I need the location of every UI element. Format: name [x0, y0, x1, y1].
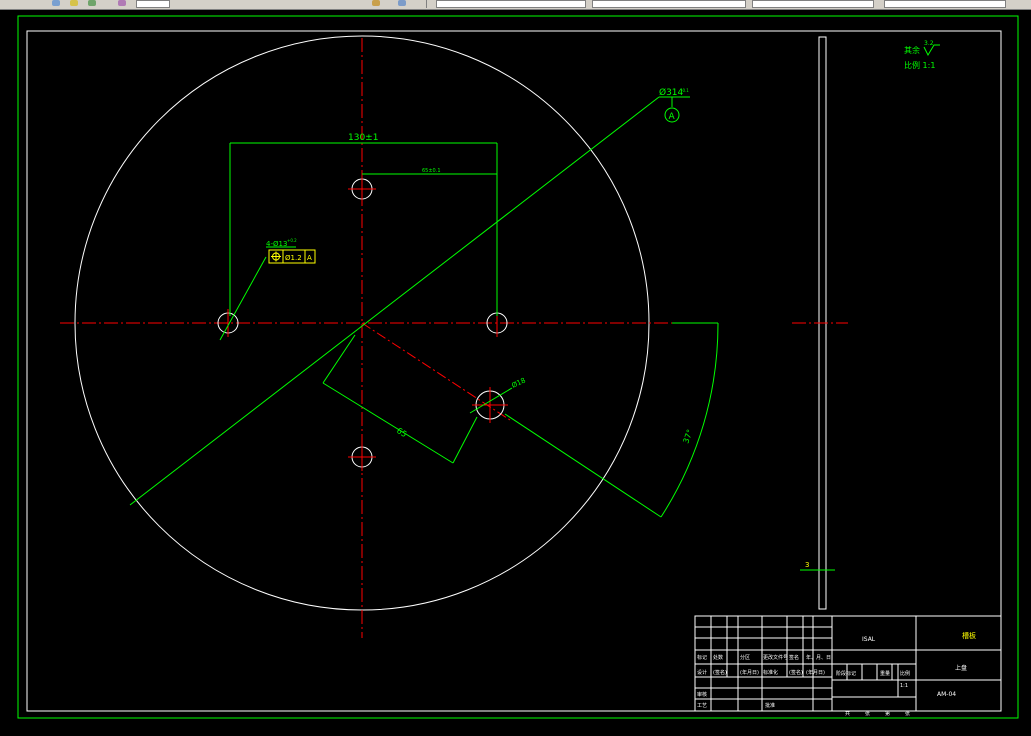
design-cell: 标准化: [763, 670, 779, 676]
header-cell: 分区: [740, 655, 751, 661]
linetype-dropdown[interactable]: [592, 0, 746, 8]
hole-callout-label: 4-Ø13: [266, 240, 287, 248]
drawing-area[interactable]: 130±1 65±0.1 4-Ø13 +0.2 Ø1.2 A Ø314 -0.1…: [0, 10, 1031, 736]
title-unit: 上盘: [955, 665, 968, 672]
hole-callout-sup: +0.2: [287, 238, 297, 243]
hole-oblique: [472, 387, 508, 423]
outer-diameter-label: Ø314: [659, 87, 684, 98]
outer-border: [17, 15, 1019, 719]
layer-dropdown[interactable]: [136, 0, 170, 8]
stage-cell: 比例: [900, 671, 911, 677]
header-cell: 年、月、日: [806, 655, 832, 661]
cad-canvas[interactable]: 130±1 65±0.1 4-Ø13 +0.2 Ø1.2 A Ø314 -0.1…: [0, 10, 1031, 736]
toolbar-separator: [426, 0, 427, 8]
header-cell: 签名: [789, 655, 800, 661]
header-cell: 处数: [713, 655, 724, 661]
properties-icon[interactable]: [88, 0, 96, 6]
title-part-name: 槽板: [962, 632, 976, 640]
dim-radial-offset: [322, 334, 478, 464]
sheet-cell: 共: [845, 711, 851, 717]
inner-border: [26, 30, 1002, 712]
roughness-value: 3.2: [924, 40, 934, 47]
stage-cell: 阶段标记: [836, 671, 857, 677]
match-icon[interactable]: [118, 0, 126, 6]
hole-diameter-label: Ø18: [510, 376, 526, 389]
dim-bolt-spacing-label: 130±1: [348, 133, 378, 143]
design-cell: (签名): [713, 670, 727, 676]
layer-icon[interactable]: [52, 0, 60, 6]
color-icon[interactable]: [70, 0, 78, 6]
dim-inner-offset-label: 65±0.1: [422, 168, 441, 174]
sheet-cell: 第: [885, 711, 891, 717]
stage-cell: 重量: [880, 671, 891, 677]
title-scale: 1:1: [900, 683, 909, 689]
position-tolerance: Ø1.2: [285, 254, 302, 262]
design-cell: (年月日): [806, 670, 825, 676]
dim-angle-label: 37°: [681, 428, 694, 444]
zoom-icon[interactable]: [372, 0, 380, 6]
color-dropdown[interactable]: [436, 0, 586, 8]
review-cell: 审核: [697, 692, 708, 698]
design-cell: (年月日): [740, 670, 759, 676]
plotstyle-dropdown[interactable]: [884, 0, 1006, 8]
datum-label: A: [669, 112, 676, 122]
lineweight-dropdown[interactable]: [752, 0, 874, 8]
header-cell: 标记: [697, 655, 708, 661]
outer-diameter-tol: -0.1: [681, 88, 689, 93]
roughness-prefix: 其余: [904, 45, 920, 55]
refresh-icon[interactable]: [398, 0, 406, 6]
sheet-cell: 张: [865, 711, 871, 717]
title-drawing-number: AM-04: [937, 691, 957, 698]
dim-angle: [504, 322, 719, 518]
hole-bottom: [348, 443, 376, 471]
outer-diameter-leader: [129, 96, 660, 506]
dim-bolt-spacing: [229, 142, 498, 316]
header-cell: 更改文件号: [763, 655, 789, 661]
toolbar: [0, 0, 1031, 10]
dim-thickness-label: 3: [805, 561, 809, 569]
process-cell: 工艺: [697, 703, 708, 709]
design-cell: 设计: [697, 670, 708, 676]
hole-top: [348, 175, 376, 203]
title-material: ISAL: [862, 636, 876, 643]
process-cell: 批准: [765, 703, 776, 709]
scale-label: 比例 1:1: [904, 60, 935, 70]
design-cell: (签名): [789, 670, 803, 676]
hole-callout-leader: [219, 256, 267, 341]
position-datum: A: [307, 254, 312, 262]
sheet-cell: 张: [905, 711, 911, 717]
